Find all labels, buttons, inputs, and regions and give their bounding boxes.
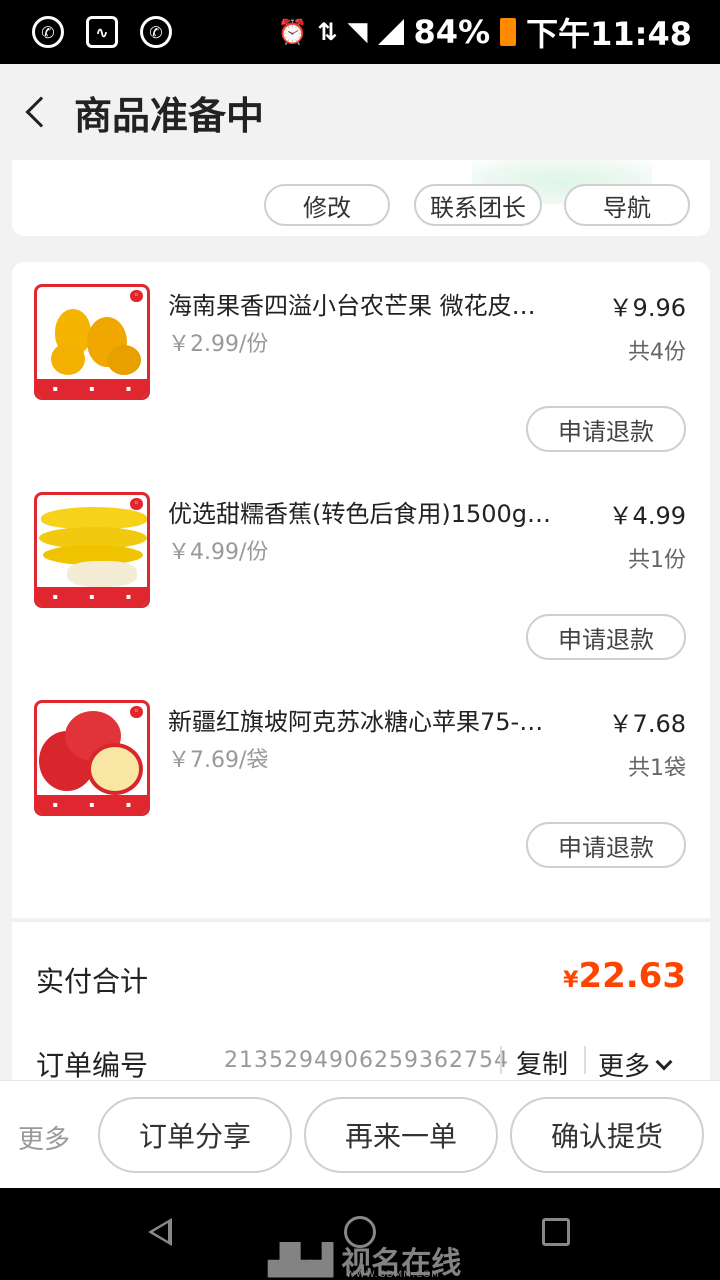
signal-icon [377, 19, 404, 45]
more-label: 更多 [598, 1052, 651, 1082]
item-price: ￥4.99 [608, 502, 686, 530]
refund-button[interactable]: 申请退款 [526, 822, 686, 868]
product-image[interactable]: ◦ ▪ ▪ ▪ [34, 700, 150, 816]
wifi-icon: ◥ [347, 17, 368, 47]
status-bar: ✆ ∿ ✆ ⏰ ⇅ ◥ 84% 下午11:48 [0, 0, 720, 64]
system-nav-bar: ▟▙▟ 视名在线 WWW.GDMM.COM [0, 1188, 720, 1280]
back-button[interactable] [0, 64, 70, 160]
unit-price: ￥2.99/份 [168, 332, 269, 357]
battery-percent: 84% [413, 13, 491, 51]
mango-shape [107, 345, 141, 375]
order-item: ◦ ▪ ▪ ▪ 新疆红旗坡阿克苏冰糖心苹果75-… ￥7.69/袋 ￥7.68 共1… [12, 678, 710, 886]
divider [584, 1046, 586, 1074]
modify-button[interactable]: 修改 [264, 184, 390, 226]
product-name[interactable]: 新疆红旗坡阿克苏冰糖心苹果75-… [168, 702, 580, 737]
missed-call-icon: ✆ [32, 16, 64, 48]
item-price: ￥7.68 [608, 710, 686, 738]
pickup-info-card: 修改 联系团长 导航 [12, 160, 710, 236]
promo-strip: ▪ ▪ ▪ [37, 795, 147, 813]
battery-icon [500, 18, 517, 46]
paid-total-amount: ¥22.63 [563, 956, 686, 996]
order-number: 2135294906259362754 [224, 1048, 509, 1073]
more-dropdown[interactable]: 更多 [598, 1046, 673, 1083]
chevron-left-icon [25, 96, 57, 128]
navigate-button[interactable]: 导航 [564, 184, 690, 226]
order-summary-card: 实付合计 ¥22.63 订单编号 2135294906259362754 复制 … [12, 920, 710, 1083]
promo-strip: ▪ ▪ ▪ [37, 379, 147, 397]
alarm-icon: ⏰ [277, 18, 308, 46]
item-quantity: 共1袋 [628, 756, 686, 781]
more-actions-link[interactable]: 更多 [18, 1119, 70, 1156]
confirm-pickup-button[interactable]: 确认提货 [510, 1097, 704, 1173]
nav-recents-icon[interactable] [542, 1218, 570, 1246]
unit-price: ￥4.99/份 [168, 540, 269, 565]
badge: ◦ [129, 706, 143, 718]
page-header: 商品准备中 [0, 64, 720, 160]
order-items-card: ◦ ▪ ▪ ▪ 海南果香四溢小台农芒果 微花皮… ￥2.99/份 ￥9.96 共4份… [12, 262, 710, 918]
nav-back-icon-inner [153, 1223, 168, 1241]
clock: 下午11:48 [526, 15, 692, 53]
banana-shape [41, 507, 147, 529]
contact-leader-button[interactable]: 联系团长 [414, 184, 542, 226]
order-number-label: 订单编号 [36, 1049, 149, 1082]
product-image[interactable]: ◦ ▪ ▪ ▪ [34, 284, 150, 400]
phone-icon: ✆ [140, 16, 172, 48]
amount-value: 22.63 [578, 956, 686, 996]
share-order-button[interactable]: 订单分享 [98, 1097, 292, 1173]
refund-button[interactable]: 申请退款 [526, 406, 686, 452]
page-title: 商品准备中 [74, 93, 265, 138]
copy-button[interactable]: 复制 [516, 1044, 568, 1081]
badge: ◦ [129, 290, 143, 302]
chevron-down-icon [655, 1053, 673, 1070]
badge: ◦ [129, 498, 143, 510]
watermark-url: WWW.GDMM.COM [346, 1270, 440, 1280]
item-quantity: 共4份 [628, 340, 686, 365]
activity-icon: ∿ [86, 16, 118, 48]
mango-shape [51, 343, 85, 375]
promo-strip: ▪ ▪ ▪ [37, 587, 147, 605]
apple-cut-shape [87, 743, 143, 795]
divider [500, 1046, 502, 1074]
product-name[interactable]: 海南果香四溢小台农芒果 微花皮… [168, 286, 580, 321]
bottom-action-bar: 更多 订单分享 再来一单 确认提货 [0, 1080, 720, 1188]
watermark-logo-icon: ▟▙▟ [268, 1242, 333, 1278]
order-item: ◦ ▪ ▪ ▪ 优选甜糯香蕉(转色后食用)1500g… ￥4.99/份 ￥4.99 … [12, 470, 710, 678]
banana-peeled-shape [67, 561, 137, 587]
data-transfer-icon: ⇅ [317, 18, 338, 46]
item-price: ￥9.96 [608, 294, 686, 322]
product-image[interactable]: ◦ ▪ ▪ ▪ [34, 492, 150, 608]
refund-button[interactable]: 申请退款 [526, 614, 686, 660]
unit-price: ￥7.69/袋 [168, 748, 269, 773]
order-item: ◦ ▪ ▪ ▪ 海南果香四溢小台农芒果 微花皮… ￥2.99/份 ￥9.96 共4份… [12, 262, 710, 470]
product-name[interactable]: 优选甜糯香蕉(转色后食用)1500g… [168, 494, 580, 529]
currency-symbol: ¥ [563, 968, 579, 993]
paid-total-label: 实付合计 [36, 965, 149, 998]
item-quantity: 共1份 [628, 548, 686, 573]
reorder-button[interactable]: 再来一单 [304, 1097, 498, 1173]
